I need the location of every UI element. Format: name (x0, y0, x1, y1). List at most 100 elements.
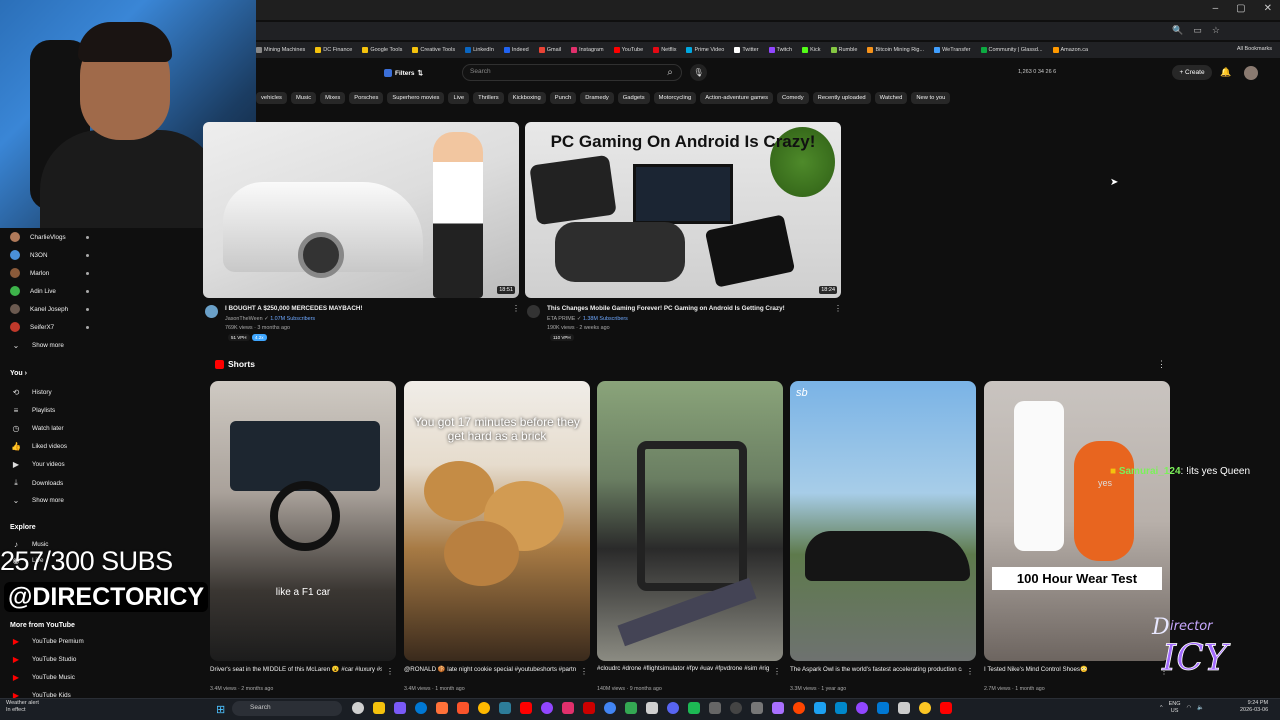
channel-avatar[interactable] (527, 305, 540, 318)
short-thumbnail[interactable]: sb (790, 381, 976, 661)
bookmark-item[interactable]: Netflix (653, 47, 676, 53)
taskbar-app-icon[interactable] (814, 702, 826, 714)
taskbar-app-icon[interactable] (478, 702, 490, 714)
minimize-button[interactable]: – (1213, 3, 1219, 14)
taskbar-app-icon[interactable] (919, 702, 931, 714)
bookmark-item[interactable]: Twitter (734, 47, 759, 53)
chip-11[interactable]: Motorcycling (653, 92, 697, 104)
short-more-icon[interactable]: ⋮ (773, 667, 781, 676)
chip-15[interactable]: Watched (874, 92, 908, 104)
taskbar-app-icon[interactable] (520, 702, 532, 714)
bookmark-item[interactable]: YouTube (613, 47, 643, 53)
more-options-icon[interactable]: ⋮ (834, 304, 842, 313)
bookmark-item[interactable]: Google Tools (362, 47, 402, 53)
short-title[interactable]: I Tested Nike's Mind Control Shoes😳 (984, 665, 1156, 673)
taskbar-clock[interactable]: 9:24 PM 2026-03-06 (1240, 700, 1268, 714)
chip-3[interactable]: Porsches (349, 92, 384, 104)
taskbar-app-icon[interactable] (835, 702, 847, 714)
chip-10[interactable]: Gadgets (617, 92, 650, 104)
bookmark-item[interactable]: Amazon.ca (1052, 47, 1088, 53)
sidebar-subscription[interactable]: Marlon (10, 268, 190, 278)
short-thumbnail[interactable]: 100 Hour Wear Test (984, 381, 1170, 661)
bookmark-item[interactable]: Rumble (830, 47, 857, 53)
taskbar-app-icon[interactable] (352, 702, 364, 714)
weather-widget[interactable]: Weather alert In effect (6, 700, 39, 714)
short-more-icon[interactable]: ⋮ (966, 667, 974, 676)
chip-7[interactable]: Kickboxing (507, 92, 546, 104)
sidebar-item-your-videos[interactable]: ▶ Your videos (10, 460, 190, 469)
taskbar-app-icon[interactable] (499, 702, 511, 714)
bookmark-item[interactable]: Bitcoin Mining Rig... (867, 47, 924, 53)
short-title[interactable]: #cloudrc #drone #flightsimulator #fpv #u… (597, 665, 769, 672)
chip-8[interactable]: Punch (549, 92, 577, 104)
taskbar-app-icon[interactable] (751, 702, 763, 714)
video-thumbnail-android[interactable]: PC Gaming On Android Is Crazy! 18:24 (525, 122, 841, 298)
bookmark-item[interactable]: WeTransfer (934, 47, 971, 53)
chip-1[interactable]: Music (290, 92, 317, 104)
address-bar[interactable] (256, 22, 1280, 40)
search-input[interactable] (462, 64, 682, 81)
create-button[interactable]: + Create (1172, 65, 1212, 80)
taskbar-app-icon[interactable] (856, 702, 868, 714)
wifi-icon[interactable]: ◠ (1187, 705, 1192, 711)
channel-name[interactable]: JasonTheWeen (225, 316, 263, 322)
sidebar-item-youtube-premium[interactable]: ▶ YouTube Premium (10, 637, 190, 646)
bookmark-star-icon[interactable]: ☆ (1212, 25, 1220, 36)
search-icon[interactable]: ⌕ (658, 64, 682, 81)
bookmark-item[interactable]: Kick (802, 47, 821, 53)
taskbar-app-icon[interactable] (604, 702, 616, 714)
short-title[interactable]: Driver's seat in the MIDDLE of this McLa… (210, 665, 382, 673)
taskbar-app-icon[interactable] (730, 702, 742, 714)
chip-13[interactable]: Comedy (777, 92, 809, 104)
taskbar-app-icon[interactable] (898, 702, 910, 714)
taskbar-app-icon[interactable] (457, 702, 469, 714)
bookmark-item[interactable]: DC Finance (315, 47, 352, 53)
sidebar-item-watch-later[interactable]: ◷ Watch later (10, 424, 190, 433)
maximize-button[interactable]: ▢ (1236, 3, 1245, 14)
sidebar-subscription[interactable]: SeiferX7 (10, 322, 190, 332)
bookmark-item[interactable]: Indeed (503, 47, 529, 53)
sidebar-subscription[interactable]: Adin Live (10, 286, 190, 296)
sidebar-item-liked-videos[interactable]: 👍 Liked videos (10, 442, 190, 451)
volume-icon[interactable]: 🔈 (1197, 705, 1204, 711)
sidebar-subscription[interactable]: CharlieVlogs (10, 232, 190, 242)
bookmark-item[interactable]: Prime Video (686, 47, 724, 53)
channel-name[interactable]: ETA PRIME (547, 316, 575, 322)
taskbar-app-icon[interactable] (373, 702, 385, 714)
taskbar-app-icon[interactable] (583, 702, 595, 714)
sidebar-subscription[interactable]: N3ON (10, 250, 190, 260)
chip-6[interactable]: Thrillers (473, 92, 504, 104)
short-more-icon[interactable]: ⋮ (386, 667, 394, 676)
short-thumbnail[interactable] (597, 381, 783, 661)
more-options-icon[interactable]: ⋮ (512, 304, 520, 313)
bookmark-item[interactable]: Instagram (571, 47, 604, 53)
short-thumbnail[interactable]: You got 17 minutes before they get hard … (404, 381, 590, 661)
taskbar-app-icon[interactable] (709, 702, 721, 714)
show-more-button[interactable]: ⌄ Show more (10, 341, 190, 350)
sidebar-item-playlists[interactable]: ≡ Playlists (10, 406, 190, 415)
close-window-button[interactable]: ✕ (1264, 3, 1272, 14)
bookmark-item[interactable]: Community | Glassd... (980, 47, 1043, 53)
chip-16[interactable]: New to you (911, 92, 951, 104)
taskbar-app-icon[interactable] (646, 702, 658, 714)
chip-12[interactable]: Action-adventure games (700, 92, 774, 104)
account-avatar[interactable] (1244, 66, 1258, 80)
chip-5[interactable]: Live (448, 92, 470, 104)
taskbar-search[interactable]: Search (232, 701, 342, 716)
short-title[interactable]: @RONALD 🍪 late night cookie special #you… (404, 665, 576, 673)
taskbar-app-icon[interactable] (667, 702, 679, 714)
filters-button[interactable]: Filters ⇅ (384, 66, 423, 80)
taskbar-app-icon[interactable] (793, 702, 805, 714)
sidebar-subscription[interactable]: Kanel Joseph (10, 304, 190, 314)
shorts-more-icon[interactable]: ⋮ (1157, 359, 1166, 370)
windows-start-icon[interactable]: ⊞ (216, 703, 225, 716)
taskbar-app-icon[interactable] (562, 702, 574, 714)
all-bookmarks-button[interactable]: All Bookmarks (1237, 46, 1272, 52)
microphone-icon[interactable]: 🎙 (690, 64, 707, 81)
video-thumbnail-maybach[interactable]: 18:51 (203, 122, 519, 298)
sidebar-item-youtube-music[interactable]: ▶ YouTube Music (10, 673, 190, 682)
chip-14[interactable]: Recently uploaded (812, 92, 871, 104)
sidebar-item-history[interactable]: ⟲ History (10, 388, 190, 397)
notifications-bell-icon[interactable]: 🔔 (1220, 67, 1231, 78)
bookmark-item[interactable]: Mining Machines (256, 47, 305, 53)
